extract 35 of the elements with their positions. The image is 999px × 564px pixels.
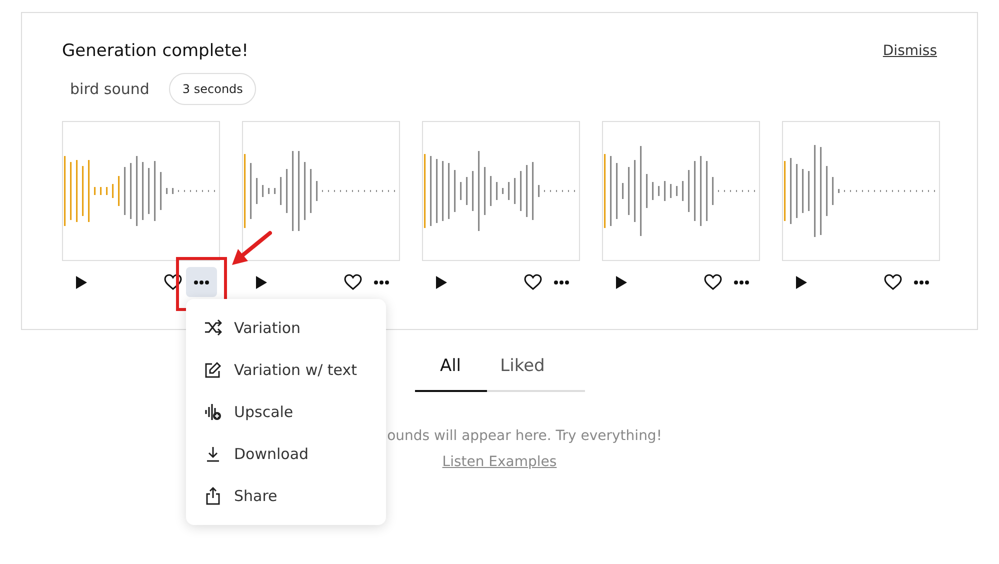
heart-icon bbox=[164, 274, 182, 290]
shuffle-icon bbox=[204, 319, 222, 337]
play-icon bbox=[254, 274, 268, 290]
play-icon bbox=[794, 274, 808, 290]
dismiss-link[interactable]: Dismiss bbox=[882, 43, 937, 59]
duration-chip: 3 seconds bbox=[169, 73, 256, 105]
download-icon bbox=[204, 445, 222, 463]
play-icon bbox=[434, 274, 448, 290]
menu-item[interactable]: Share bbox=[186, 475, 386, 517]
empty-state-text: ounds will appear here. Try everything! bbox=[387, 428, 662, 444]
menu-item[interactable]: Upscale bbox=[186, 391, 386, 433]
banner-title: Generation complete! bbox=[62, 41, 248, 61]
more-icon bbox=[374, 280, 389, 284]
more-icon bbox=[734, 280, 749, 284]
share-icon bbox=[204, 487, 222, 505]
examples-link[interactable]: Listen Examples bbox=[442, 454, 557, 470]
tab[interactable]: All bbox=[414, 356, 486, 392]
heart-icon bbox=[704, 274, 722, 290]
more-icon bbox=[194, 280, 209, 284]
waveform-plus-icon bbox=[204, 403, 222, 421]
tab[interactable]: Liked bbox=[486, 356, 558, 392]
edit-icon bbox=[204, 361, 222, 379]
heart-icon bbox=[524, 274, 542, 290]
play-icon bbox=[74, 274, 88, 290]
pointer-arrow-icon bbox=[230, 229, 272, 267]
more-icon bbox=[914, 280, 929, 284]
menu-item[interactable]: Variation bbox=[186, 307, 386, 349]
prompt-text: bird sound bbox=[70, 80, 150, 98]
heart-icon bbox=[344, 274, 362, 290]
more-icon bbox=[554, 280, 569, 284]
heart-icon bbox=[884, 274, 902, 290]
menu-item[interactable]: Download bbox=[186, 433, 386, 475]
play-icon bbox=[614, 274, 628, 290]
more-button[interactable] bbox=[186, 267, 217, 297]
menu-item[interactable]: Variation w/ text bbox=[186, 349, 386, 391]
